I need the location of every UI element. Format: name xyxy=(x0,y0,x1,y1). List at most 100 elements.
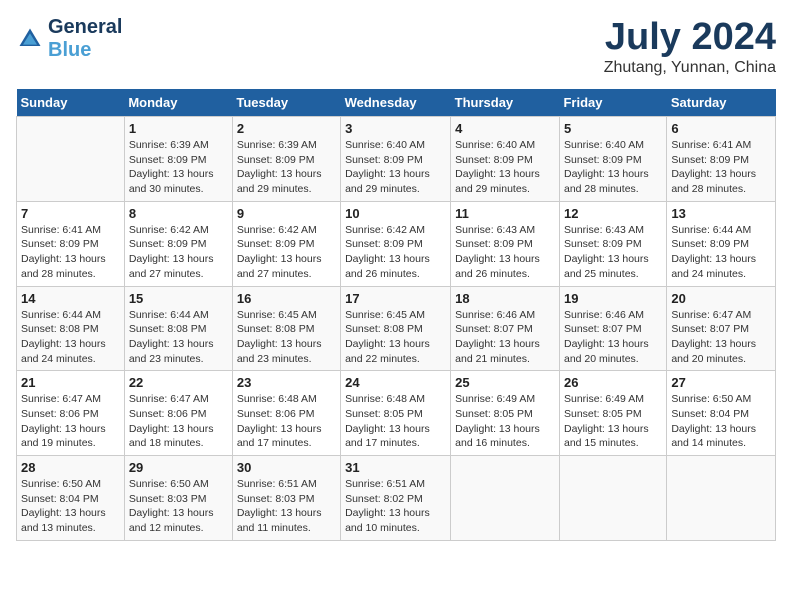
calendar-cell: 31Sunrise: 6:51 AMSunset: 8:02 PMDayligh… xyxy=(341,456,451,541)
day-info: Sunrise: 6:47 AMSunset: 8:06 PMDaylight:… xyxy=(129,392,228,451)
day-header-friday: Friday xyxy=(559,89,666,117)
calendar-cell: 25 Sunrise: 6:49 AMSunset: 8:05 PMDayligh… xyxy=(451,371,560,456)
calendar-cell: 24 Sunrise: 6:48 AMSunset: 8:05 PMDayligh… xyxy=(341,371,451,456)
day-number: 4 xyxy=(455,121,555,136)
logo-text-blue: Blue xyxy=(48,39,122,62)
calendar-cell: 27Sunrise: 6:50 AMSunset: 8:04 PMDayligh… xyxy=(667,371,776,456)
calendar-cell: 5 Sunrise: 6:40 AMSunset: 8:09 PMDaylight… xyxy=(559,117,666,202)
location: Zhutang, Yunnan, China xyxy=(604,59,776,77)
calendar-cell: 9 Sunrise: 6:42 AMSunset: 8:09 PMDaylight… xyxy=(232,201,340,286)
day-info: Sunrise: 6:44 AMSunset: 8:08 PMDaylight:… xyxy=(21,308,120,367)
day-number: 14 xyxy=(21,291,120,306)
calendar-cell xyxy=(667,456,776,541)
day-info: Sunrise: 6:39 AMSunset: 8:09 PMDaylight:… xyxy=(237,138,336,197)
calendar-cell xyxy=(559,456,666,541)
day-number: 18 xyxy=(455,291,555,306)
day-number: 30 xyxy=(237,460,336,475)
day-info: Sunrise: 6:44 AMSunset: 8:09 PMDaylight:… xyxy=(671,223,771,282)
day-number: 11 xyxy=(455,206,555,221)
calendar-cell: 14 Sunrise: 6:44 AMSunset: 8:08 PMDayligh… xyxy=(17,286,125,371)
logo-text-general: General xyxy=(48,16,122,39)
week-row-2: 7Sunrise: 6:41 AMSunset: 8:09 PMDaylight… xyxy=(17,201,776,286)
calendar-cell: 1Sunrise: 6:39 AMSunset: 8:09 PMDaylight… xyxy=(124,117,232,202)
day-info: Sunrise: 6:49 AMSunset: 8:05 PMDaylight:… xyxy=(564,392,662,451)
calendar-cell: 10Sunrise: 6:42 AMSunset: 8:09 PMDayligh… xyxy=(341,201,451,286)
month-year: July 2024 xyxy=(604,16,776,59)
day-number: 16 xyxy=(237,291,336,306)
day-info: Sunrise: 6:50 AMSunset: 8:04 PMDaylight:… xyxy=(671,392,771,451)
calendar-cell: 3 Sunrise: 6:40 AMSunset: 8:09 PMDaylight… xyxy=(341,117,451,202)
calendar-cell: 11 Sunrise: 6:43 AMSunset: 8:09 PMDayligh… xyxy=(451,201,560,286)
week-row-1: 1 Sunrise: 6:39 AMSunset: 8:09 PMDaylight… xyxy=(17,117,776,202)
day-number: 3 xyxy=(345,121,446,136)
calendar-table: SundayMondayTuesdayWednesdayThursdayFrid… xyxy=(16,89,776,541)
day-number: 22 xyxy=(129,375,228,390)
day-number: 1 xyxy=(129,121,228,136)
day-info: Sunrise: 6:51 AMSunset: 8:03 PMDaylight:… xyxy=(237,477,336,536)
day-number: 19 xyxy=(564,291,662,306)
day-number: 6 xyxy=(671,121,771,136)
day-info: Sunrise: 6:48 AMSunset: 8:05 PMDaylight:… xyxy=(345,392,446,451)
day-number: 17 xyxy=(345,291,446,306)
day-info: Sunrise: 6:42 AMSunset: 8:09 PMDaylight:… xyxy=(129,223,228,282)
day-number: 24 xyxy=(345,375,446,390)
day-number: 25 xyxy=(455,375,555,390)
day-number: 23 xyxy=(237,375,336,390)
calendar-cell: 19Sunrise: 6:46 AMSunset: 8:07 PMDayligh… xyxy=(559,286,666,371)
day-number: 31 xyxy=(345,460,446,475)
day-number: 28 xyxy=(21,460,120,475)
calendar-cell: 16Sunrise: 6:45 AMSunset: 8:08 PMDayligh… xyxy=(232,286,340,371)
logo-icon xyxy=(16,25,44,53)
calendar-cell: 20 Sunrise: 6:47 AMSunset: 8:07 PMDayligh… xyxy=(667,286,776,371)
week-row-5: 28Sunrise: 6:50 AMSunset: 8:04 PMDayligh… xyxy=(17,456,776,541)
calendar-cell: 8 Sunrise: 6:42 AMSunset: 8:09 PMDaylight… xyxy=(124,201,232,286)
day-number: 2 xyxy=(237,121,336,136)
day-info: Sunrise: 6:44 AMSunset: 8:08 PMDaylight:… xyxy=(129,308,228,367)
calendar-cell: 12Sunrise: 6:43 AMSunset: 8:09 PMDayligh… xyxy=(559,201,666,286)
day-info: Sunrise: 6:43 AMSunset: 8:09 PMDaylight:… xyxy=(455,223,555,282)
calendar-cell: 22 Sunrise: 6:47 AMSunset: 8:06 PMDayligh… xyxy=(124,371,232,456)
calendar-cell: 7Sunrise: 6:41 AMSunset: 8:09 PMDaylight… xyxy=(17,201,125,286)
day-number: 15 xyxy=(129,291,228,306)
page-header: General Blue July 2024 Zhutang, Yunnan, … xyxy=(16,16,776,77)
day-number: 20 xyxy=(671,291,771,306)
calendar-cell: 30 Sunrise: 6:51 AMSunset: 8:03 PMDayligh… xyxy=(232,456,340,541)
day-info: Sunrise: 6:41 AMSunset: 8:09 PMDaylight:… xyxy=(671,138,771,197)
day-number: 26 xyxy=(564,375,662,390)
calendar-cell: 21Sunrise: 6:47 AMSunset: 8:06 PMDayligh… xyxy=(17,371,125,456)
calendar-cell: 6 Sunrise: 6:41 AMSunset: 8:09 PMDaylight… xyxy=(667,117,776,202)
day-number: 12 xyxy=(564,206,662,221)
header-row: SundayMondayTuesdayWednesdayThursdayFrid… xyxy=(17,89,776,117)
day-number: 9 xyxy=(237,206,336,221)
day-number: 8 xyxy=(129,206,228,221)
calendar-cell: 13Sunrise: 6:44 AMSunset: 8:09 PMDayligh… xyxy=(667,201,776,286)
day-header-saturday: Saturday xyxy=(667,89,776,117)
day-header-sunday: Sunday xyxy=(17,89,125,117)
day-info: Sunrise: 6:45 AMSunset: 8:08 PMDaylight:… xyxy=(345,308,446,367)
day-info: Sunrise: 6:40 AMSunset: 8:09 PMDaylight:… xyxy=(564,138,662,197)
title-block: July 2024 Zhutang, Yunnan, China xyxy=(604,16,776,77)
calendar-cell: 15 Sunrise: 6:44 AMSunset: 8:08 PMDayligh… xyxy=(124,286,232,371)
calendar-cell xyxy=(17,117,125,202)
day-info: Sunrise: 6:41 AMSunset: 8:09 PMDaylight:… xyxy=(21,223,120,282)
day-number: 29 xyxy=(129,460,228,475)
calendar-cell: 28Sunrise: 6:50 AMSunset: 8:04 PMDayligh… xyxy=(17,456,125,541)
week-row-3: 14 Sunrise: 6:44 AMSunset: 8:08 PMDayligh… xyxy=(17,286,776,371)
day-number: 21 xyxy=(21,375,120,390)
day-number: 5 xyxy=(564,121,662,136)
day-header-thursday: Thursday xyxy=(451,89,560,117)
day-info: Sunrise: 6:42 AMSunset: 8:09 PMDaylight:… xyxy=(345,223,446,282)
day-info: Sunrise: 6:49 AMSunset: 8:05 PMDaylight:… xyxy=(455,392,555,451)
day-info: Sunrise: 6:42 AMSunset: 8:09 PMDaylight:… xyxy=(237,223,336,282)
calendar-cell: 18Sunrise: 6:46 AMSunset: 8:07 PMDayligh… xyxy=(451,286,560,371)
day-header-tuesday: Tuesday xyxy=(232,89,340,117)
calendar-cell: 29Sunrise: 6:50 AMSunset: 8:03 PMDayligh… xyxy=(124,456,232,541)
calendar-cell: 23Sunrise: 6:48 AMSunset: 8:06 PMDayligh… xyxy=(232,371,340,456)
calendar-cell: 26 Sunrise: 6:49 AMSunset: 8:05 PMDayligh… xyxy=(559,371,666,456)
day-info: Sunrise: 6:40 AMSunset: 8:09 PMDaylight:… xyxy=(345,138,446,197)
day-info: Sunrise: 6:47 AMSunset: 8:07 PMDaylight:… xyxy=(671,308,771,367)
calendar-cell xyxy=(451,456,560,541)
day-info: Sunrise: 6:40 AMSunset: 8:09 PMDaylight:… xyxy=(455,138,555,197)
day-header-monday: Monday xyxy=(124,89,232,117)
calendar-cell: 2 Sunrise: 6:39 AMSunset: 8:09 PMDaylight… xyxy=(232,117,340,202)
